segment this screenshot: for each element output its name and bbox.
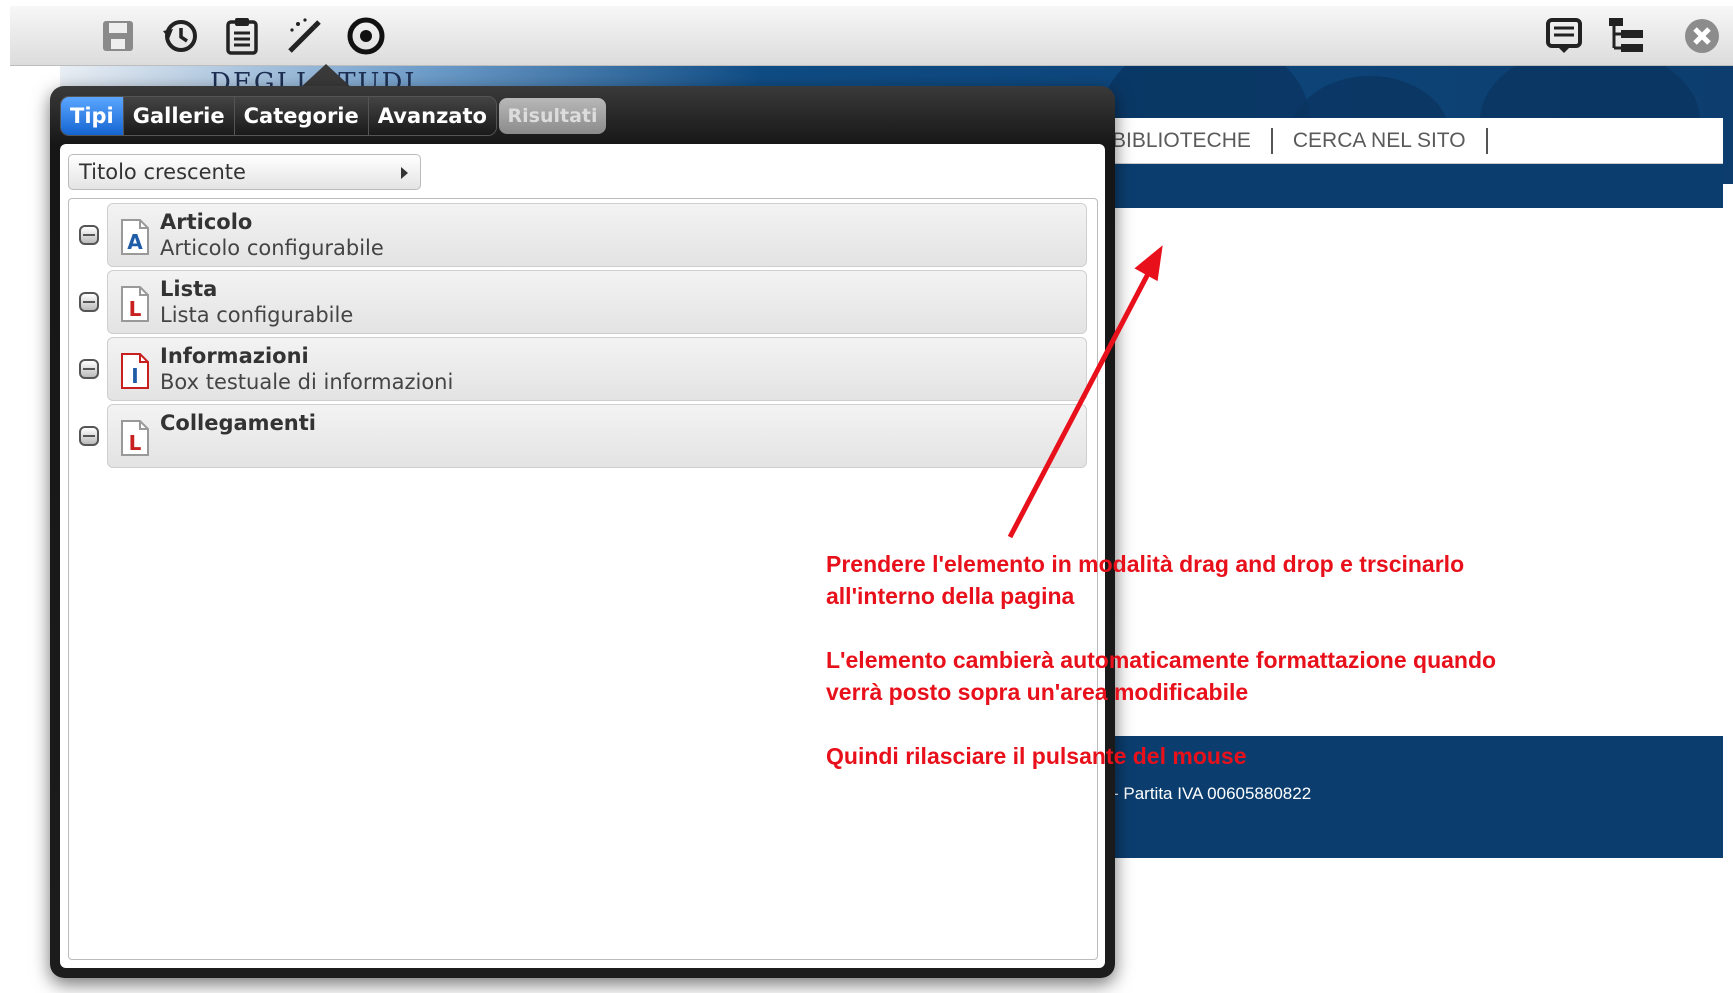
- annotation-paragraph: Quindi rilasciare il pulsante del mouse: [826, 743, 1247, 769]
- clipboard-icon[interactable]: [220, 14, 264, 58]
- draggable-item-card[interactable]: I Informazioni Box testuale di informazi…: [107, 337, 1087, 401]
- item-title: Lista: [160, 277, 218, 301]
- nav-blue-strip: [1090, 164, 1723, 208]
- site-nav: BIBLIOTECHE CERCA NEL SITO: [1090, 118, 1723, 164]
- close-icon[interactable]: [1680, 14, 1724, 58]
- draggable-item-card[interactable]: L Lista Lista configurabile: [107, 270, 1087, 334]
- results-button[interactable]: Risultati: [499, 98, 606, 134]
- history-icon[interactable]: [158, 14, 202, 58]
- tree-icon[interactable]: [1604, 14, 1648, 58]
- item-checkbox[interactable]: [79, 225, 99, 245]
- editor-toolbar: [10, 6, 1733, 66]
- sort-select[interactable]: Titolo crescente: [68, 154, 421, 190]
- doc-letter: L: [129, 297, 142, 321]
- item-description: Lista configurabile: [160, 303, 354, 327]
- item-description: Articolo configurabile: [160, 236, 384, 260]
- tab-tipi[interactable]: Tipi: [61, 97, 124, 135]
- list-icon[interactable]: [1542, 14, 1586, 58]
- item-title: Articolo: [160, 210, 253, 234]
- doc-letter: I: [131, 364, 138, 388]
- links-document-icon: L: [121, 420, 149, 456]
- list-item: A Articolo Articolo configurabile: [69, 201, 1099, 269]
- list-document-icon: L: [121, 286, 149, 322]
- tab-bar: Tipi Gallerie Categorie Avanzato: [60, 96, 497, 136]
- tab-categorie[interactable]: Categorie: [234, 97, 369, 135]
- tab-gallerie[interactable]: Gallerie: [123, 97, 235, 135]
- draggable-item-card[interactable]: A Articolo Articolo configurabile: [107, 203, 1087, 267]
- annotation-text: Prendere l'elemento in modalità drag and…: [826, 548, 1526, 804]
- list-item: I Informazioni Box testuale di informazi…: [69, 335, 1099, 403]
- sort-select-value: Titolo crescente: [79, 160, 246, 184]
- info-document-icon: I: [121, 353, 149, 389]
- nav-link-biblioteche[interactable]: BIBLIOTECHE: [1090, 127, 1273, 154]
- annotation-paragraph: L'elemento cambierà automaticamente form…: [826, 647, 1497, 705]
- save-icon[interactable]: [96, 14, 140, 58]
- list-item: L Collegamenti: [69, 402, 1099, 470]
- item-title: Informazioni: [160, 344, 309, 368]
- item-checkbox[interactable]: [79, 292, 99, 312]
- item-title: Collegamenti: [160, 411, 316, 435]
- caret-right-icon: [401, 167, 408, 179]
- annotation-paragraph: Prendere l'elemento in modalità drag and…: [826, 551, 1465, 609]
- tab-avanzato[interactable]: Avanzato: [368, 97, 496, 135]
- draggable-item-card[interactable]: L Collegamenti: [107, 404, 1087, 468]
- item-checkbox[interactable]: [79, 359, 99, 379]
- component-picker-dialog: Tipi Gallerie Categorie Avanzato Risulta…: [50, 86, 1115, 978]
- magic-wand-icon[interactable]: [282, 14, 326, 58]
- article-document-icon: A: [121, 219, 149, 255]
- list-item: L Lista Lista configurabile: [69, 268, 1099, 336]
- dialog-pointer: [300, 64, 352, 88]
- doc-letter: A: [127, 230, 143, 254]
- doc-letter: L: [129, 431, 142, 455]
- item-description: Box testuale di informazioni: [160, 370, 454, 394]
- target-icon[interactable]: [344, 14, 388, 58]
- item-checkbox[interactable]: [79, 426, 99, 446]
- nav-link-cerca[interactable]: CERCA NEL SITO: [1273, 127, 1488, 154]
